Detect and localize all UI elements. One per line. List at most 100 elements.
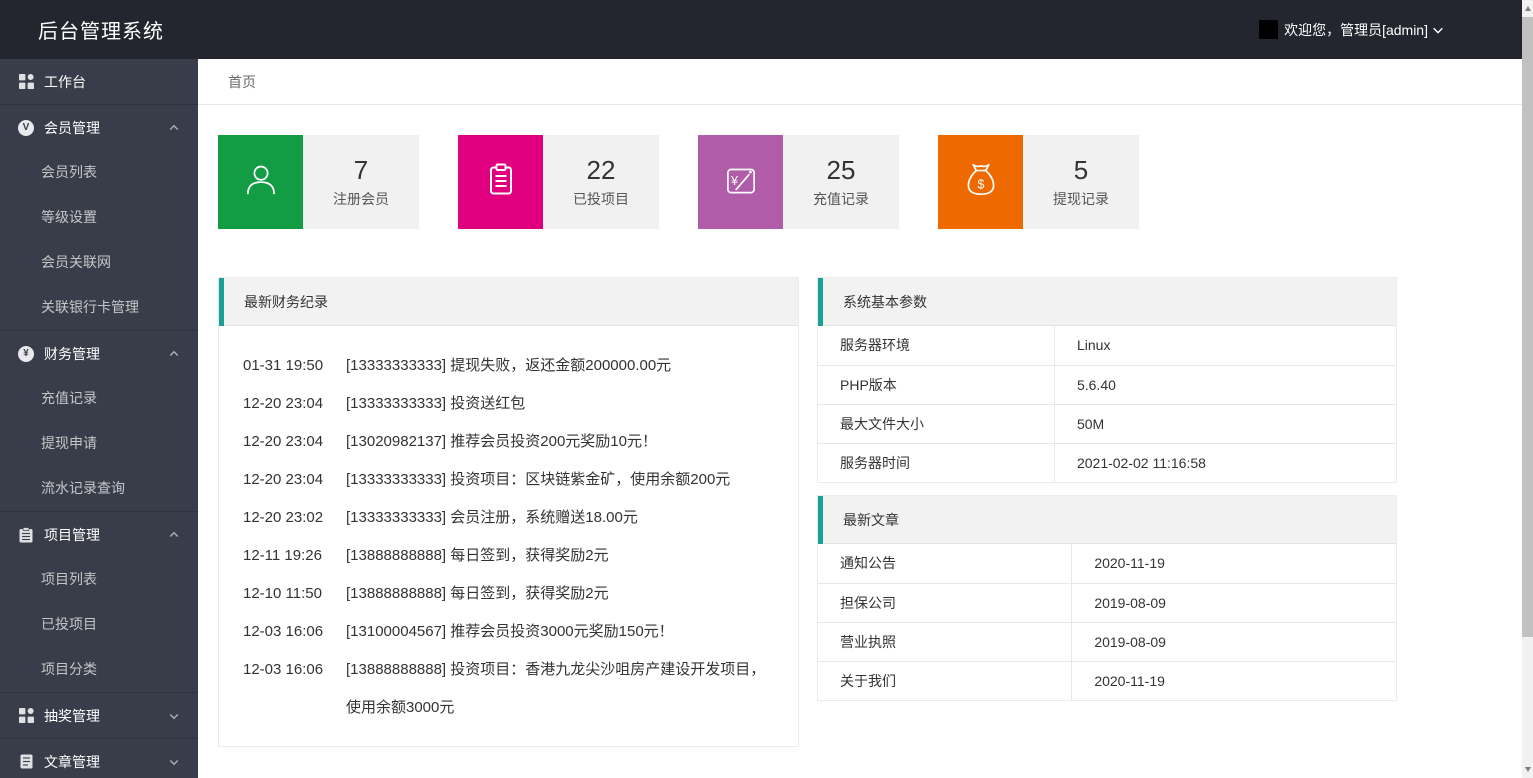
stat-card-recharge-records[interactable]: ¥ 25 充值记录 xyxy=(698,135,899,229)
sidebar-item-label: 抽奖管理 xyxy=(44,706,100,726)
article-date: 2019-08-09 xyxy=(1072,623,1396,661)
param-value: 5.6.40 xyxy=(1055,366,1396,404)
sidebar-item-article-management[interactable]: 文章管理 xyxy=(0,739,198,778)
money-bag-icon: $ xyxy=(960,159,1002,206)
chevron-up-icon xyxy=(168,529,180,541)
sidebar-item-lottery-management[interactable]: 抽奖管理 xyxy=(0,693,198,738)
finance-records-list: 01-31 19:50[13333333333] 提现失败，返还金额200000… xyxy=(219,326,798,746)
record-time: 12-03 16:06 xyxy=(243,613,323,651)
grid-icon xyxy=(18,708,34,724)
avatar[interactable] xyxy=(1259,20,1278,39)
accent-bar xyxy=(818,496,823,544)
record-time: 12-11 19:26 xyxy=(243,537,323,575)
user-menu[interactable]: 欢迎您，管理员[admin] xyxy=(1259,20,1522,40)
breadcrumb-home[interactable]: 首页 xyxy=(228,74,256,90)
sidebar-item-label: 财务管理 xyxy=(44,344,100,364)
sidebar-item-recharge-records[interactable]: 充值记录 xyxy=(0,376,198,421)
sidebar-item-member-network[interactable]: 会员关联网 xyxy=(0,240,198,285)
sidebar-item-bank-card-management[interactable]: 关联银行卡管理 xyxy=(0,285,198,330)
finance-record: 12-20 23:02[13333333333] 会员注册，系统赠送18.00元 xyxy=(243,499,774,537)
article-title[interactable]: 通知公告 xyxy=(818,544,1072,583)
sidebar-item-label: 会员管理 xyxy=(44,118,100,138)
right-column: 系统基本参数 服务器环境Linux PHP版本5.6.40 最大文件大小50M … xyxy=(817,277,1397,747)
app-title: 后台管理系统 xyxy=(0,15,164,44)
chevron-down-icon xyxy=(168,756,180,768)
svg-text:¥: ¥ xyxy=(730,174,739,188)
stat-cards: 7 注册会员 22 已投项目 ¥ xyxy=(218,135,1522,229)
sidebar-item-project-list[interactable]: 项目列表 xyxy=(0,557,198,602)
vertical-scrollbar[interactable] xyxy=(1522,0,1533,778)
sidebar-section-members: V 会员管理 会员列表 等级设置 会员关联网 关联银行卡管理 xyxy=(0,104,198,330)
table-row: 服务器环境Linux xyxy=(818,326,1396,365)
system-params-table: 服务器环境Linux PHP版本5.6.40 最大文件大小50M 服务器时间20… xyxy=(818,326,1396,482)
table-row: 通知公告2020-11-19 xyxy=(818,544,1396,583)
stat-card-info: 22 已投项目 xyxy=(543,135,659,229)
record-time: 12-10 11:50 xyxy=(243,575,323,613)
sidebar-section-projects: 项目管理 项目列表 已投项目 项目分类 xyxy=(0,511,198,692)
article-title[interactable]: 营业执照 xyxy=(818,623,1072,661)
sidebar-item-invested-projects[interactable]: 已投项目 xyxy=(0,602,198,647)
stat-value: 22 xyxy=(587,155,616,185)
sidebar-item-level-settings[interactable]: 等级设置 xyxy=(0,195,198,240)
article-title[interactable]: 关于我们 xyxy=(818,662,1072,700)
scrollbar-thumb[interactable] xyxy=(1522,17,1533,637)
sidebar-item-project-categories[interactable]: 项目分类 xyxy=(0,647,198,692)
sidebar-section-articles: 文章管理 xyxy=(0,738,198,778)
scroll-up-button[interactable] xyxy=(1522,0,1533,17)
stat-label: 提现记录 xyxy=(1053,189,1109,209)
article-date: 2019-08-09 xyxy=(1072,584,1396,622)
record-time: 12-20 23:02 xyxy=(243,499,323,537)
param-value: 2021-02-02 11:16:58 xyxy=(1055,444,1396,482)
panel-header: 最新文章 xyxy=(818,496,1396,544)
sidebar: 工作台 V 会员管理 会员列表 等级设置 会员关联网 关联银行卡管理 ¥ 财务管… xyxy=(0,59,198,778)
system-params-panel: 系统基本参数 服务器环境Linux PHP版本5.6.40 最大文件大小50M … xyxy=(817,277,1397,483)
sidebar-item-finance-management[interactable]: ¥ 财务管理 xyxy=(0,331,198,376)
article-date: 2020-11-19 xyxy=(1072,544,1396,583)
sidebar-section-lottery: 抽奖管理 xyxy=(0,692,198,738)
user-icon xyxy=(240,159,282,206)
record-text: [13333333333] 投资送红包 xyxy=(346,385,774,423)
finance-record: 12-20 23:04[13333333333] 投资项目：区块链紫金矿，使用余… xyxy=(243,461,774,499)
sidebar-item-label: 工作台 xyxy=(44,72,86,92)
record-text: [13888888888] 每日签到，获得奖励2元 xyxy=(346,575,774,613)
stat-card-registered-members[interactable]: 7 注册会员 xyxy=(218,135,419,229)
scroll-down-button[interactable] xyxy=(1522,761,1533,778)
article-date: 2020-11-19 xyxy=(1072,662,1396,700)
stat-card-icon-box xyxy=(218,135,303,229)
yen-circle-icon: ¥ xyxy=(18,346,34,362)
record-time: 12-20 23:04 xyxy=(243,461,323,499)
sidebar-item-withdraw-requests[interactable]: 提现申请 xyxy=(0,421,198,466)
table-row: PHP版本5.6.40 xyxy=(818,365,1396,404)
record-time: 12-03 16:06 xyxy=(243,651,323,727)
stat-card-icon-box: $ xyxy=(938,135,1023,229)
panel-title: 最新文章 xyxy=(843,512,899,528)
stat-card-info: 25 充值记录 xyxy=(783,135,899,229)
stat-card-info: 7 注册会员 xyxy=(303,135,419,229)
stat-card-info: 5 提现记录 xyxy=(1023,135,1139,229)
panel-title: 系统基本参数 xyxy=(843,294,927,310)
sidebar-item-project-management[interactable]: 项目管理 xyxy=(0,512,198,557)
stat-card-invested-projects[interactable]: 22 已投项目 xyxy=(458,135,659,229)
sidebar-section-workbench: 工作台 xyxy=(0,59,198,104)
sidebar-item-member-management[interactable]: V 会员管理 xyxy=(0,105,198,150)
member-badge-icon: V xyxy=(18,120,34,136)
panel-header: 系统基本参数 xyxy=(818,278,1396,326)
dashboard-panels: 最新财务纪录 01-31 19:50[13333333333] 提现失败，返还金… xyxy=(218,277,1522,747)
stat-card-withdraw-records[interactable]: $ 5 提现记录 xyxy=(938,135,1139,229)
content: 7 注册会员 22 已投项目 ¥ xyxy=(198,105,1522,747)
article-title[interactable]: 担保公司 xyxy=(818,584,1072,622)
finance-record: 12-20 23:04 [13333333333] 投资送红包 xyxy=(243,385,774,423)
chevron-up-icon xyxy=(168,348,180,360)
stat-value: 25 xyxy=(827,155,856,185)
document-icon xyxy=(18,754,34,770)
main-area: 首页 7 注册会员 xyxy=(198,59,1522,778)
param-label: 服务器时间 xyxy=(818,444,1055,482)
sidebar-item-member-list[interactable]: 会员列表 xyxy=(0,150,198,195)
record-time: 12-20 23:04 xyxy=(243,385,323,423)
sidebar-item-workbench[interactable]: 工作台 xyxy=(0,59,198,104)
top-bar: 后台管理系统 欢迎您，管理员[admin] xyxy=(0,0,1522,59)
record-text: [13888888888] 每日签到，获得奖励2元 xyxy=(346,537,774,575)
clipboard-icon xyxy=(18,527,34,543)
clipboard-icon xyxy=(481,160,521,205)
sidebar-item-transaction-query[interactable]: 流水记录查询 xyxy=(0,466,198,511)
